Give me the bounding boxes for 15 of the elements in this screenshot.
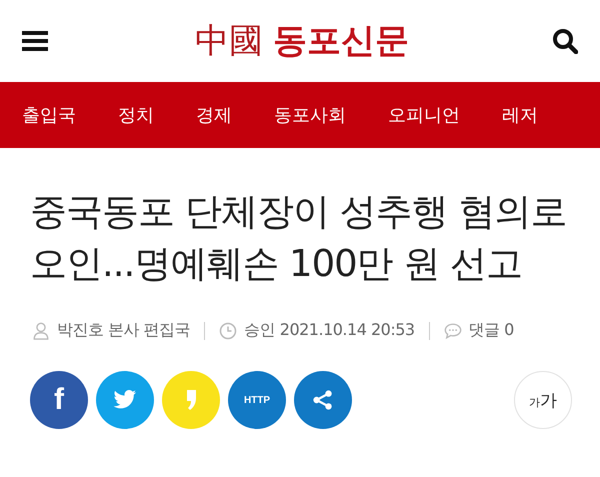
nav-link[interactable]: 동포사회: [274, 103, 346, 127]
nav-link[interactable]: 정치: [118, 103, 154, 127]
nav-link[interactable]: 경제: [196, 103, 232, 127]
logo-title: 동포신문: [273, 20, 409, 63]
nav-link[interactable]: 오피니언: [388, 103, 460, 127]
font-size-button[interactable]: 가가: [514, 371, 572, 429]
article-title: 중국동포 단체장이 성추행 혐의로 오인...명예훼손 100만 원 선고: [30, 189, 568, 287]
nav-link[interactable]: 출입국: [22, 103, 76, 127]
approved-time: 승인 2021.10.14 20:53: [244, 320, 415, 341]
logo-hanja: 中國: [195, 22, 263, 62]
author-text: 박진호 본사 편집국: [57, 320, 190, 341]
url-copy-button[interactable]: HTTP: [228, 371, 286, 429]
nav-link[interactable]: 레저: [502, 103, 538, 127]
facebook-button[interactable]: f: [30, 371, 88, 429]
comment-count[interactable]: 댓글 0: [468, 320, 514, 341]
